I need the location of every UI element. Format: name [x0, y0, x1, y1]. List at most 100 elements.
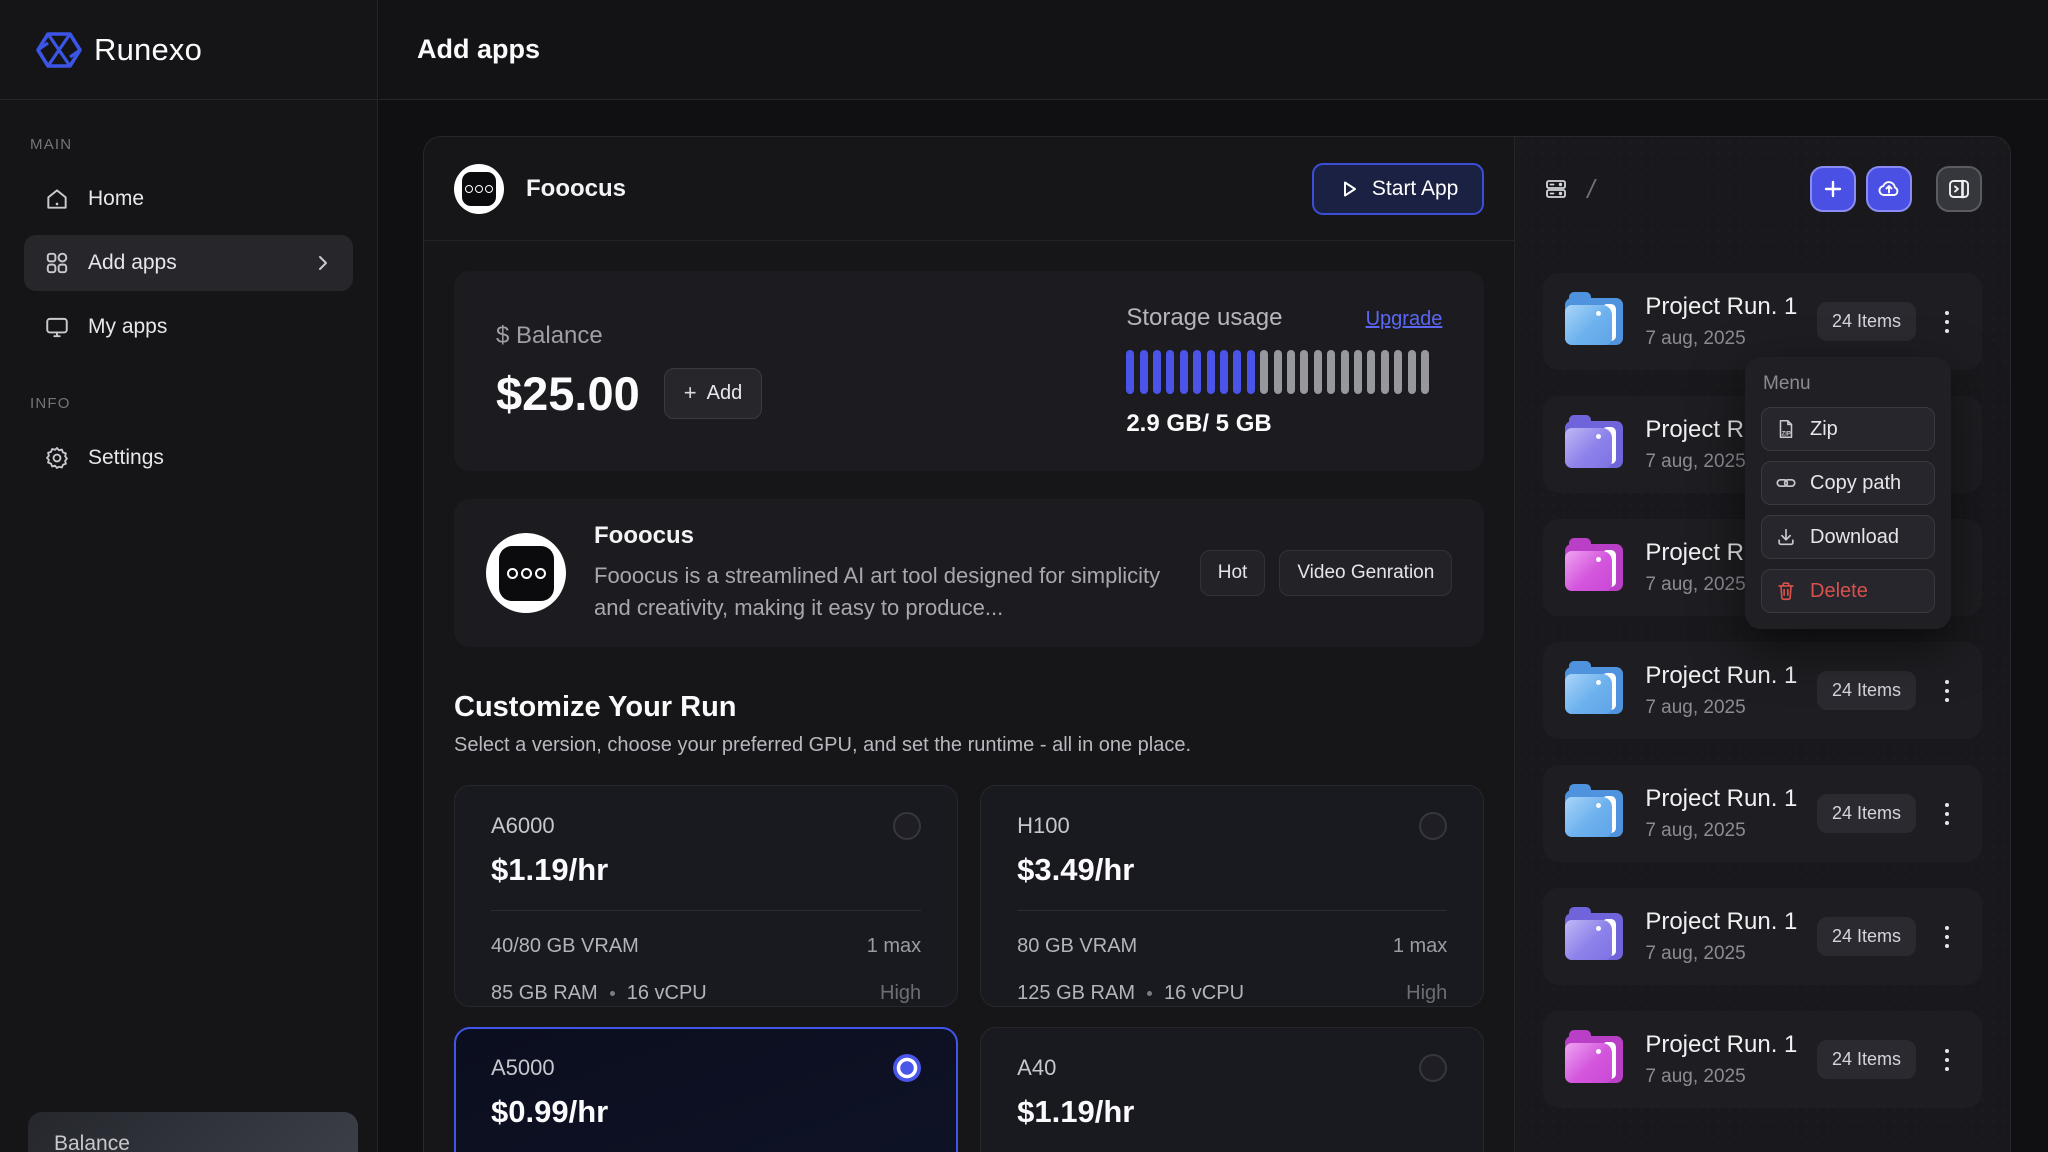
gpu-name: A6000 — [491, 813, 555, 838]
brand-hexagon-icon — [36, 27, 82, 73]
storage-label: Storage usage — [1126, 304, 1283, 331]
kebab-menu-icon[interactable] — [1934, 668, 1960, 714]
menu-item-delete[interactable]: Delete — [1761, 569, 1935, 613]
gpu-vram: 80 GB VRAM — [1017, 935, 1138, 957]
gpu-radio[interactable] — [893, 1054, 922, 1082]
sidebar-nav: MAIN Home Add apps My apps INFO Settings — [0, 100, 377, 486]
play-icon — [1338, 178, 1360, 200]
project-date: 7 aug, 2025 — [1645, 328, 1746, 349]
project-date: 7 aug, 2025 — [1645, 943, 1746, 964]
gpu-vram: 40/80 GB VRAM — [491, 935, 639, 957]
brand-logo[interactable]: Runexo — [0, 0, 377, 100]
folder-icon — [1565, 1030, 1624, 1083]
storage-bar — [1327, 350, 1336, 394]
storage-bar — [1420, 350, 1429, 394]
gpu-card[interactable]: A40 $1.19/hr — [980, 1027, 1485, 1152]
storage-bar — [1139, 350, 1148, 394]
upload-button[interactable] — [1866, 166, 1912, 212]
folder-icon — [1565, 538, 1624, 591]
kebab-menu-icon[interactable] — [1934, 299, 1960, 345]
gpu-tier: High — [880, 982, 922, 1004]
gpu-radio[interactable] — [1419, 812, 1448, 840]
menu-item-download[interactable]: Download — [1761, 515, 1935, 559]
app-info-title: Fooocus — [594, 522, 694, 550]
project-row[interactable]: Project Run. 1 7 aug, 2025 24 Items — [1543, 1011, 1982, 1108]
project-row[interactable]: Project Run. 1 7 aug, 2025 24 Items — [1543, 765, 1982, 862]
storage-bar — [1193, 350, 1202, 394]
app-info-card: Fooocus Fooocus is a streamlined AI art … — [454, 499, 1485, 647]
monitor-icon — [44, 314, 70, 340]
storage-usage: 2.9 GB/ 5 GB — [1126, 410, 1272, 437]
gpu-max: 1 max — [1392, 935, 1448, 957]
menu-item-zip[interactable]: ZIP Zip — [1761, 407, 1935, 451]
gpu-max: 1 max — [866, 935, 922, 957]
storage-bar — [1340, 350, 1349, 394]
menu-item-label: Delete — [1810, 579, 1868, 602]
gpu-card[interactable]: A6000 $1.19/hr 40/80 GB VRAM 1 max 85 GB… — [454, 785, 959, 1007]
storage-upgrade-link[interactable]: Upgrade — [1366, 308, 1443, 331]
gpu-tier: High — [1406, 982, 1448, 1004]
gpu-name: A5000 — [491, 1055, 555, 1080]
app-header: Fooocus Start App — [424, 137, 1515, 241]
sidebar-item-label: My apps — [88, 315, 168, 338]
storage-bar — [1246, 350, 1255, 394]
app-tags: Hot Video Genration — [1199, 550, 1453, 596]
files-actions — [1810, 166, 1982, 212]
plus-icon — [1821, 177, 1845, 201]
svg-text:ZIP: ZIP — [1782, 431, 1791, 437]
storage-bar — [1179, 350, 1188, 394]
context-menu-label: Menu — [1763, 373, 1811, 394]
new-folder-button[interactable] — [1810, 166, 1856, 212]
storage-block: Storage usage Upgrade 2.9 GB/ 5 GB — [1126, 304, 1442, 438]
collapse-panel-button[interactable] — [1936, 166, 1982, 212]
sidebar-item-my-apps[interactable]: My apps — [24, 299, 353, 355]
link-icon — [1775, 472, 1797, 494]
breadcrumb-slash: / — [1587, 173, 1595, 204]
gpu-price: $1.19/hr — [491, 852, 609, 887]
tag-video-generation[interactable]: Video Genration — [1279, 550, 1453, 596]
project-row[interactable]: Project Run. 1 7 aug, 2025 24 Items — [1543, 273, 1982, 370]
start-app-button[interactable]: Start App — [1311, 162, 1485, 215]
item-count-badge: 24 Items — [1816, 671, 1916, 710]
project-row[interactable]: Project Run. 1 7 aug, 2025 24 Items — [1543, 888, 1982, 985]
menu-item-copy-path[interactable]: Copy path — [1761, 461, 1935, 505]
files-breadcrumb[interactable]: / — [1543, 173, 1595, 205]
panel-collapse-icon — [1946, 176, 1972, 202]
app-title: Fooocus — [526, 174, 626, 202]
storage-bar — [1126, 350, 1135, 394]
sidebar-balance-card[interactable]: Balance Upgrade — [28, 1112, 358, 1152]
chevron-right-icon — [313, 253, 333, 273]
gpu-radio[interactable] — [893, 812, 922, 840]
storage-bar — [1273, 350, 1282, 394]
kebab-menu-icon[interactable] — [1934, 914, 1960, 960]
nav-section-main: MAIN — [30, 136, 73, 153]
project-row[interactable]: Project Run. 1 7 aug, 2025 24 Items — [1543, 642, 1982, 739]
kebab-menu-icon[interactable] — [1934, 791, 1960, 837]
storage-bars — [1126, 350, 1442, 394]
sidebar-item-add-apps[interactable]: Add apps — [24, 235, 353, 291]
storage-bar — [1380, 350, 1389, 394]
gpu-name: A40 — [1017, 1055, 1057, 1080]
gpu-card[interactable]: A5000 $0.99/hr — [454, 1027, 959, 1152]
cloud-upload-icon — [1876, 176, 1902, 202]
sidebar-item-settings[interactable]: Settings — [24, 430, 353, 486]
balance-amount: $25.00 — [496, 366, 640, 420]
gpu-card[interactable]: H100 $3.49/hr 80 GB VRAM 1 max 125 GB RA… — [980, 785, 1485, 1007]
tag-hot[interactable]: Hot — [1199, 550, 1266, 596]
folder-icon — [1565, 907, 1624, 960]
gpu-radio[interactable] — [1419, 1054, 1448, 1082]
project-date: 7 aug, 2025 — [1645, 820, 1746, 841]
add-balance-button[interactable]: + Add — [663, 367, 763, 419]
sidebar-item-home[interactable]: Home — [24, 171, 353, 227]
project-title: Project Run. 1 — [1645, 1031, 1798, 1058]
customize-subtitle: Select a version, choose your preferred … — [454, 734, 1192, 756]
storage-bar — [1206, 350, 1215, 394]
app-info-description: Fooocus is a streamlined AI art tool des… — [594, 563, 1161, 620]
app-main-column: Fooocus Start App $ Balance $25.00 + Add… — [424, 137, 1516, 1152]
storage-bar — [1220, 350, 1229, 394]
kebab-menu-icon[interactable] — [1934, 1037, 1960, 1083]
customize-title: Customize Your Run — [454, 691, 737, 723]
item-count-badge: 24 Items — [1816, 302, 1916, 341]
storage-bar — [1153, 350, 1162, 394]
sidebar-item-label: Home — [88, 187, 145, 210]
